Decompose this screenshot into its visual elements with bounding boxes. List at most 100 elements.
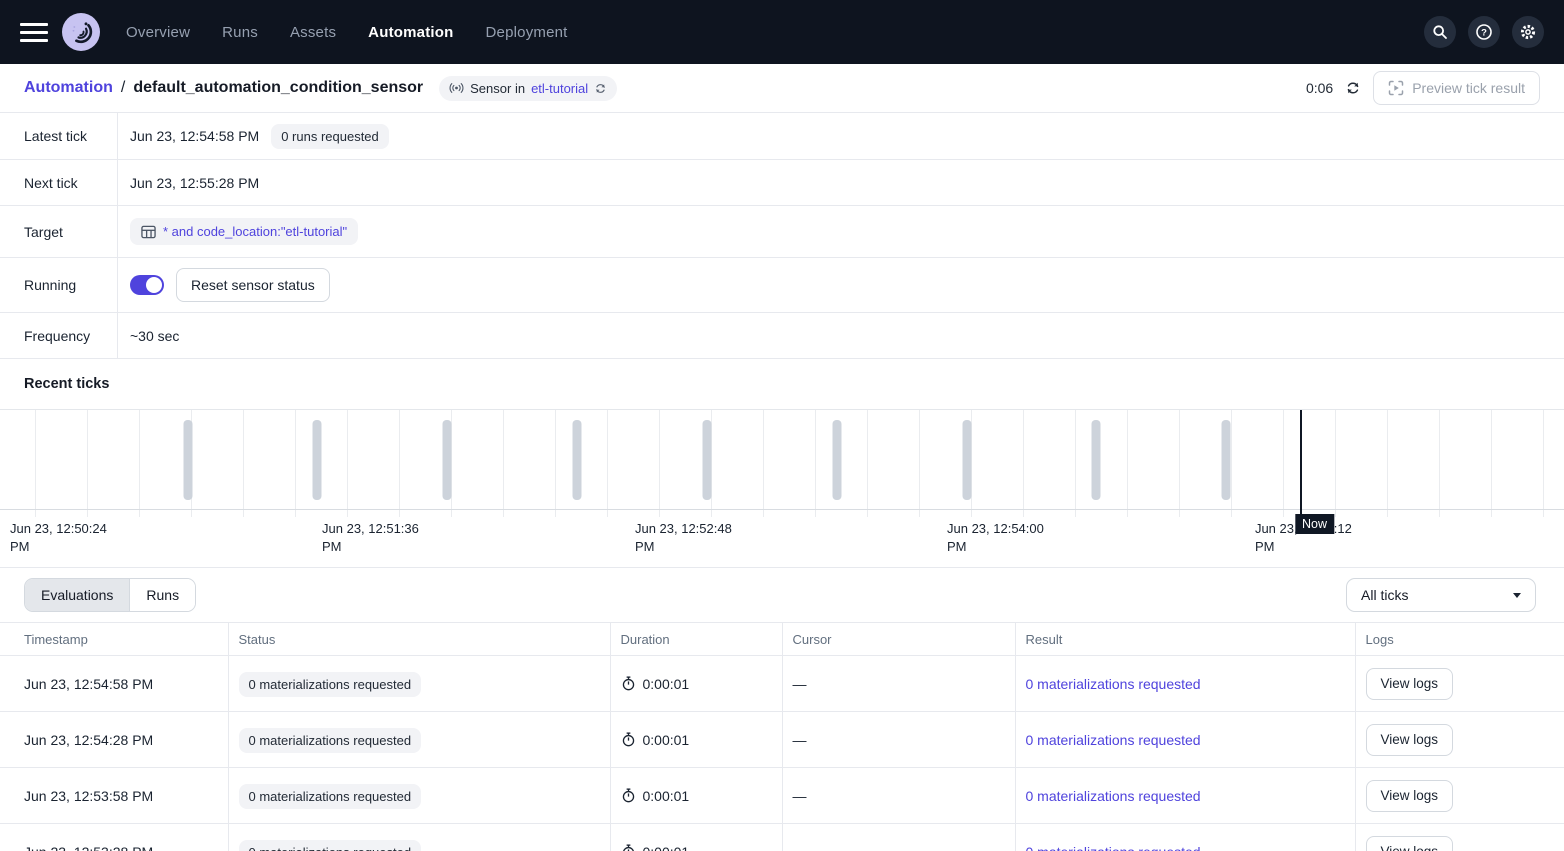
code-location-link[interactable]: etl-tutorial [531, 81, 588, 96]
nav-item-overview[interactable]: Overview [126, 24, 190, 41]
axis-label: Jun 23, 12:50:24 PM [10, 520, 122, 556]
tick-cursor: — [782, 824, 1015, 851]
table-row: Jun 23, 12:53:28 PM 0 materializations r… [0, 824, 1564, 851]
tick-timestamp: Jun 23, 12:54:28 PM [0, 712, 228, 768]
sensor-tick-bar[interactable] [573, 420, 582, 500]
status-badge: 0 materializations requested [239, 784, 422, 809]
view-mode-tabs: Evaluations Runs [24, 578, 196, 612]
table-header-row: Timestamp Status Duration Cursor Result … [0, 623, 1564, 656]
nav-item-runs[interactable]: Runs [222, 24, 258, 41]
result-link[interactable]: 0 materializations requested [1026, 732, 1201, 748]
target-label: Target [0, 206, 118, 257]
latest-tick-label: Latest tick [0, 113, 118, 159]
tick-cursor: — [782, 768, 1015, 824]
sensor-tick-bar[interactable] [443, 420, 452, 500]
sensor-tick-bar[interactable] [962, 420, 971, 500]
target-selection-link[interactable]: * and code_location:"etl-tutorial" [163, 224, 347, 239]
breadcrumb-automation-link[interactable]: Automation [24, 79, 113, 97]
recent-ticks-title: Recent ticks [24, 376, 109, 392]
tick-duration: 0:00:01 [643, 844, 690, 851]
frequency-row: Frequency ~30 sec [0, 313, 1564, 359]
help-icon: ? [1475, 23, 1493, 41]
sensor-badge-label: Sensor in [470, 81, 525, 96]
asset-table-icon [141, 225, 156, 239]
search-button[interactable] [1424, 16, 1456, 48]
tick-filter-value: All ticks [1361, 587, 1408, 603]
nav-actions: ? [1424, 16, 1544, 48]
dagster-logo-icon[interactable] [62, 13, 100, 51]
tick-duration: 0:00:01 [643, 788, 690, 804]
refresh-countdown: 0:06 [1306, 80, 1333, 96]
evaluations-toolbar: Evaluations Runs All ticks [0, 568, 1564, 622]
menu-icon[interactable] [20, 18, 48, 46]
tick-duration: 0:00:01 [643, 732, 690, 748]
sensor-tick-bar[interactable] [183, 420, 192, 500]
header-actions: 0:06 Preview tick result [1306, 71, 1540, 105]
chart-axis: Now Jun 23, 12:50:24 PM Jun 23, 12:51:36 … [0, 510, 1564, 568]
preview-tick-result-button[interactable]: Preview tick result [1373, 71, 1540, 105]
view-logs-button[interactable]: View logs [1366, 724, 1454, 756]
status-badge: 0 materializations requested [239, 728, 422, 753]
tick-filter-select[interactable]: All ticks [1346, 578, 1536, 612]
breadcrumb-separator: / [121, 79, 125, 97]
result-link[interactable]: 0 materializations requested [1026, 676, 1201, 692]
stopwatch-icon [621, 844, 636, 851]
status-badge: 0 materializations requested [239, 672, 422, 697]
recent-ticks-chart[interactable] [0, 410, 1564, 510]
running-toggle[interactable] [130, 275, 164, 295]
view-logs-button[interactable]: View logs [1366, 668, 1454, 700]
nav-item-deployment[interactable]: Deployment [486, 24, 568, 41]
latest-tick-row: Latest tick Jun 23, 12:54:58 PM 0 runs r… [0, 113, 1564, 160]
tick-cursor: — [782, 712, 1015, 768]
now-badge: Now [1295, 514, 1334, 534]
running-row: Running Reset sensor status [0, 258, 1564, 313]
octopus-logo-glyph [66, 17, 96, 47]
reset-sensor-status-button[interactable]: Reset sensor status [176, 268, 330, 302]
target-row: Target * and code_location:"etl-tutorial… [0, 206, 1564, 258]
result-link[interactable]: 0 materializations requested [1026, 788, 1201, 804]
table-row: Jun 23, 12:54:58 PM 0 materializations r… [0, 656, 1564, 712]
sensor-tick-bar[interactable] [702, 420, 711, 500]
gear-icon [1519, 23, 1537, 41]
reload-location-icon[interactable] [594, 82, 607, 95]
table-row: Jun 23, 12:54:28 PM 0 materializations r… [0, 712, 1564, 768]
breadcrumb-row: Automation / default_automation_conditio… [0, 64, 1564, 113]
axis-label: Jun 23, 12:51:36 PM [322, 520, 434, 556]
view-logs-button[interactable]: View logs [1366, 836, 1454, 851]
tick-cursor: — [782, 656, 1015, 712]
sensor-tick-bar[interactable] [1092, 420, 1101, 500]
table-row: Jun 23, 12:53:58 PM 0 materializations r… [0, 768, 1564, 824]
frequency-value: ~30 sec [130, 328, 179, 344]
view-logs-button[interactable]: View logs [1366, 780, 1454, 812]
settings-button[interactable] [1512, 16, 1544, 48]
preview-play-icon [1388, 80, 1404, 96]
refresh-button[interactable] [1345, 80, 1361, 96]
sensor-tick-bar[interactable] [832, 420, 841, 500]
sensor-tick-bar[interactable] [313, 420, 322, 500]
toggle-knob [146, 277, 162, 293]
chevron-down-icon [1513, 593, 1521, 598]
tick-duration: 0:00:01 [643, 676, 690, 692]
sensor-tick-bar[interactable] [1222, 420, 1231, 500]
axis-label: Jun 23, 12:52:48 PM [635, 520, 747, 556]
stopwatch-icon [621, 676, 636, 691]
result-link[interactable]: 0 materializations requested [1026, 844, 1201, 851]
recent-ticks-header: Recent ticks [0, 359, 1564, 410]
nav-item-automation[interactable]: Automation [368, 24, 453, 41]
tick-timestamp: Jun 23, 12:53:58 PM [0, 768, 228, 824]
help-button[interactable]: ? [1468, 16, 1500, 48]
tab-runs[interactable]: Runs [129, 579, 195, 611]
now-line [1300, 410, 1302, 516]
next-tick-row: Next tick Jun 23, 12:55:28 PM [0, 160, 1564, 206]
latest-tick-value: Jun 23, 12:54:58 PM [130, 128, 259, 144]
page-title: default_automation_condition_sensor [133, 79, 423, 97]
evaluations-table: Timestamp Status Duration Cursor Result … [0, 622, 1564, 851]
search-icon [1432, 24, 1448, 40]
tick-timestamp: Jun 23, 12:54:58 PM [0, 656, 228, 712]
nav-item-assets[interactable]: Assets [290, 24, 336, 41]
top-nav: Overview Runs Assets Automation Deployme… [0, 0, 1564, 64]
asset-selection-chip[interactable]: * and code_location:"etl-tutorial" [130, 218, 358, 245]
col-cursor: Cursor [782, 623, 1015, 656]
tab-evaluations[interactable]: Evaluations [25, 579, 129, 611]
col-logs: Logs [1355, 623, 1564, 656]
